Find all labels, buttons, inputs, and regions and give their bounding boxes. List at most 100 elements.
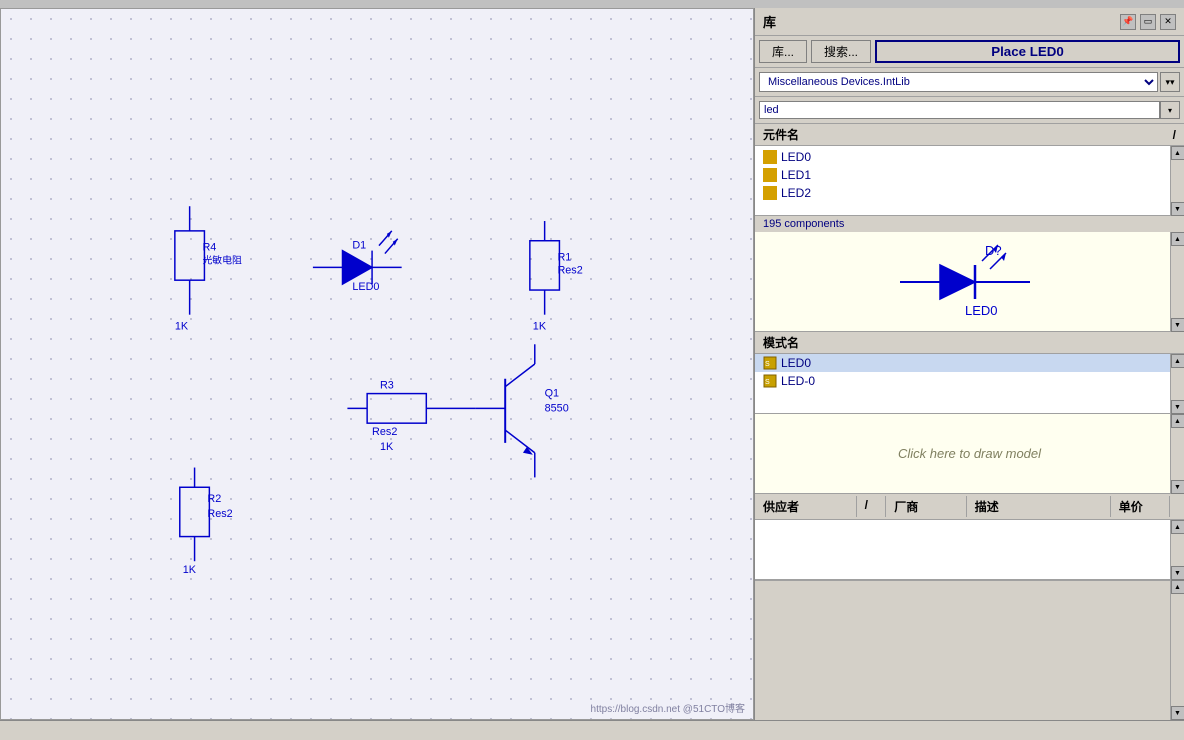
panel-close-btn[interactable]: ✕	[1160, 14, 1176, 30]
preview-svg: D?	[870, 237, 1070, 327]
list-item[interactable]: LED1	[755, 166, 1184, 184]
schematic-canvas[interactable]: R4 光敏电阻 1K	[0, 8, 754, 720]
scroll-down-arrow[interactable]: ▼	[1171, 318, 1184, 332]
component-icon	[763, 186, 777, 200]
status-bar	[0, 720, 1184, 740]
scroll-down-arrow[interactable]: ▼	[1171, 566, 1184, 580]
component-name: LED0	[781, 150, 811, 164]
component-name: LED1	[781, 168, 811, 182]
model-list-scrollbar[interactable]: ▲ ▼	[1170, 354, 1184, 414]
library-more-btn[interactable]: ▾▾	[1160, 72, 1180, 92]
list-item[interactable]: LED0	[755, 148, 1184, 166]
scroll-up-arrow[interactable]: ▲	[1171, 414, 1184, 428]
library-select[interactable]: Miscellaneous Devices.IntLib	[759, 72, 1158, 92]
model-list-wrapper: S LED0 S LED-0 ▲ ▼	[755, 354, 1184, 414]
supplier-header: 供应者 / 厂商 描述 单价	[755, 494, 1184, 520]
preview-scrollbar[interactable]: ▲ ▼	[1170, 232, 1184, 332]
search-dropdown-btn[interactable]: ▾	[1160, 101, 1180, 119]
component-list[interactable]: LED0 LED1 LED2	[755, 146, 1184, 216]
lib-selector: Miscellaneous Devices.IntLib ▾▾	[755, 68, 1184, 97]
svg-text:R2: R2	[207, 493, 221, 505]
draw-model-area[interactable]: Click here to draw model	[755, 414, 1184, 494]
scroll-track	[1171, 160, 1184, 202]
scroll-down-arrow[interactable]: ▼	[1171, 480, 1184, 494]
component-d1: D1 LED0	[313, 231, 402, 293]
place-button[interactable]: Place LED0	[875, 40, 1180, 63]
draw-model-wrapper: Click here to draw model ▲ ▼	[755, 414, 1184, 494]
list-item[interactable]: S LED0	[755, 354, 1184, 372]
component-list-scrollbar[interactable]: ▲ ▼	[1170, 146, 1184, 216]
top-bar	[0, 0, 1184, 8]
supplier-col-desc: 描述	[967, 496, 1111, 517]
bottom-panel-wrapper: ▲ ▼	[755, 580, 1184, 720]
scroll-down-arrow[interactable]: ▼	[1171, 400, 1184, 414]
supplier-col-name: 供应者	[755, 496, 857, 517]
component-list-inner: LED0 LED1 LED2	[755, 146, 1184, 204]
svg-text:1K: 1K	[380, 441, 394, 453]
component-list-title: 元件名	[763, 126, 799, 143]
component-r3: R3 Res2 1K	[347, 380, 475, 453]
draw-model-text: Click here to draw model	[898, 446, 1041, 461]
svg-text:Res2: Res2	[557, 264, 582, 276]
model-icon: S	[763, 374, 777, 388]
svg-text:Q1: Q1	[545, 388, 559, 400]
svg-text:R1: R1	[557, 251, 571, 263]
scroll-up-arrow[interactable]: ▲	[1171, 580, 1184, 594]
search-button[interactable]: 搜索...	[811, 40, 871, 63]
component-count: 195 components	[755, 216, 1184, 232]
library-button[interactable]: 库...	[759, 40, 807, 63]
search-input[interactable]	[759, 101, 1160, 119]
scroll-up-arrow[interactable]: ▲	[1171, 520, 1184, 534]
svg-text:R3: R3	[380, 380, 394, 392]
component-list-wrapper: LED0 LED1 LED2 ▲	[755, 146, 1184, 216]
supplier-table[interactable]	[755, 520, 1184, 580]
component-q1: Q1 8550	[476, 344, 569, 477]
component-name: LED2	[781, 186, 811, 200]
scroll-up-arrow[interactable]: ▲	[1171, 146, 1184, 160]
svg-text:Res2: Res2	[207, 508, 232, 520]
component-r1: R1 Res2 1K	[530, 221, 583, 332]
svg-text:1K: 1K	[533, 320, 547, 332]
component-r2: R2 Res2 1K	[180, 468, 233, 577]
supplier-col-vendor: 厂商	[886, 496, 966, 517]
component-icon	[763, 150, 777, 164]
svg-text:1K: 1K	[183, 564, 197, 576]
supplier-scrollbar[interactable]: ▲ ▼	[1170, 520, 1184, 580]
scroll-track	[1171, 246, 1184, 318]
scroll-track	[1171, 594, 1184, 706]
preview-area: D?	[755, 232, 1184, 332]
main-area: R4 光敏电阻 1K	[0, 8, 1184, 720]
svg-text:LED0: LED0	[352, 281, 379, 293]
right-panel: 库 📌 ▭ ✕ 库... 搜索... Place LED0 Miscellane…	[754, 8, 1184, 720]
svg-text:Res2: Res2	[372, 426, 397, 438]
bottom-panel-scrollbar[interactable]: ▲ ▼	[1170, 580, 1184, 720]
svg-text:S: S	[765, 379, 770, 386]
supplier-col-price: 单价	[1111, 496, 1170, 517]
scroll-down-arrow[interactable]: ▼	[1171, 706, 1184, 720]
supplier-table-wrapper: ▲ ▼	[755, 520, 1184, 580]
scroll-track	[1171, 428, 1184, 480]
svg-text:S: S	[765, 361, 770, 368]
draw-model-scrollbar[interactable]: ▲ ▼	[1170, 414, 1184, 494]
supplier-scroll-placeholder	[1170, 496, 1184, 517]
component-icon	[763, 168, 777, 182]
lib-toolbar: 库... 搜索... Place LED0	[755, 36, 1184, 68]
component-r4: R4 光敏电阻 1K	[175, 206, 242, 332]
edit-icon: /	[1173, 128, 1176, 142]
scroll-down-arrow[interactable]: ▼	[1171, 202, 1184, 216]
list-item[interactable]: LED2	[755, 184, 1184, 202]
svg-text:8550: 8550	[545, 402, 569, 414]
search-row: ▾	[755, 97, 1184, 124]
svg-text:1K: 1K	[175, 320, 189, 332]
scroll-up-arrow[interactable]: ▲	[1171, 232, 1184, 246]
scroll-track	[1171, 368, 1184, 400]
panel-pin-btn[interactable]: 📌	[1120, 14, 1136, 30]
model-list[interactable]: S LED0 S LED-0	[755, 354, 1184, 414]
panel-float-btn[interactable]: ▭	[1140, 14, 1156, 30]
list-item[interactable]: S LED-0	[755, 372, 1184, 390]
scroll-track	[1171, 534, 1184, 566]
schematic-svg: R4 光敏电阻 1K	[1, 9, 753, 719]
scroll-up-arrow[interactable]: ▲	[1171, 354, 1184, 368]
app-container: R4 光敏电阻 1K	[0, 0, 1184, 740]
supplier-col-sep: /	[857, 496, 887, 517]
